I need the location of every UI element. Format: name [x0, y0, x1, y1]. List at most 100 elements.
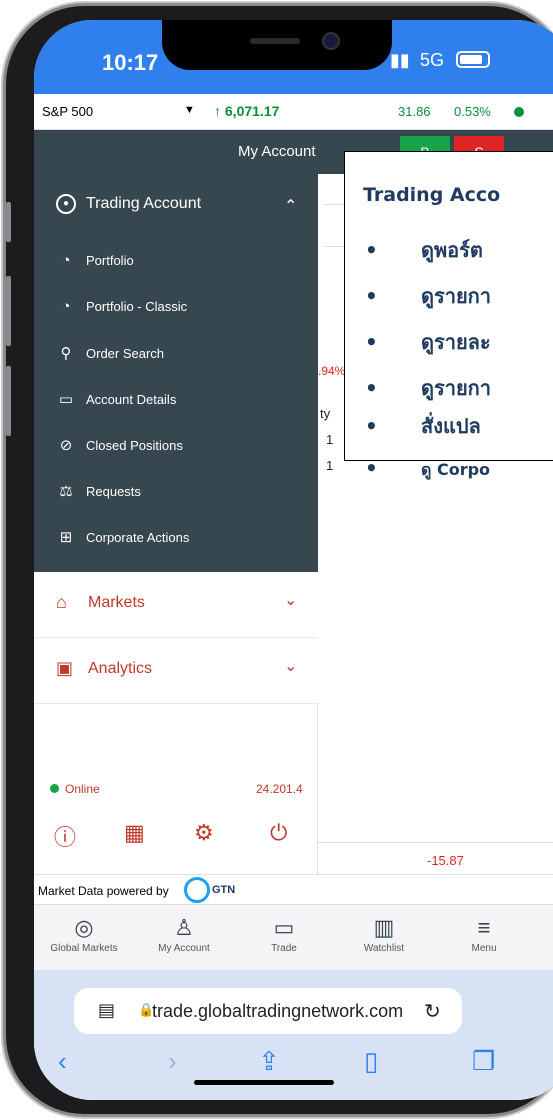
user-circle-icon: ●: [56, 194, 76, 214]
screenshot-stage: 10:17 ▮▮ 5G S&P 500 ▼ ↑ 6,071.17 31.86 0…: [0, 0, 553, 1120]
trading-account-toggle[interactable]: ● Trading Account: [56, 194, 201, 214]
url-text[interactable]: trade.globaltradingnetwork.com: [152, 1001, 403, 1022]
status-bar: 10:17 ▮▮ 5G: [34, 20, 553, 94]
analytics-label: Analytics: [88, 660, 153, 677]
menu-item-portfolio[interactable]: ◔ Portfolio: [56, 252, 133, 269]
callout-bullet-text: สั่งแปล: [421, 414, 481, 438]
nav-global-markets[interactable]: ◎ Global Markets: [34, 915, 134, 954]
nav-my-account[interactable]: ♙ My Account: [134, 915, 234, 954]
divider: [318, 842, 553, 843]
mute-switch: [6, 202, 11, 242]
closed-positions-icon: ⊘: [59, 437, 73, 454]
language-icon[interactable]: ▦: [124, 820, 145, 846]
network-label: 5G: [420, 50, 445, 70]
nav-trade[interactable]: ▭ Trade: [234, 915, 334, 954]
index-ticker[interactable]: S&P 500 ▼ ↑ 6,071.17 31.86 0.53%: [34, 94, 553, 130]
callout-bullet-text: ดูรายกา: [421, 376, 492, 400]
online-label: Online: [65, 782, 100, 796]
tabs-icon[interactable]: ❐: [472, 1046, 495, 1077]
callout-bullet-text: ดู Corpo: [421, 460, 491, 479]
chevron-up-icon[interactable]: ⌃: [284, 196, 297, 216]
bookmarks-icon[interactable]: ▯: [364, 1046, 378, 1077]
portfolio-icon: ◔: [61, 252, 71, 269]
side-menu: ● Trading Account ⌃ ◔ Portfolio ◔ Portfolio…: [34, 174, 318, 874]
cell-value: 1: [326, 458, 334, 473]
address-bar[interactable]: ▤ 🔒 trade.globaltradingnetwork.com ↻: [74, 988, 462, 1034]
cell-value: 1: [326, 432, 334, 447]
nav-label: Global Markets: [50, 943, 118, 954]
app-version: 24.201.4: [256, 782, 303, 796]
pnl-value: -15.87: [427, 853, 464, 868]
pct-fragment: .94%: [318, 364, 346, 378]
menu-section-markets[interactable]: ⌂ Markets ⌄: [34, 572, 318, 638]
markets-label: Markets: [88, 594, 145, 611]
chevron-down-icon[interactable]: ▼: [184, 104, 195, 116]
index-price: ↑ 6,071.17: [214, 103, 280, 119]
menu-item-corporate-actions[interactable]: ⊞ Corporate Actions: [56, 528, 190, 546]
menu-item-label: Account Details: [86, 392, 177, 407]
callout-bullet: • สั่งแปล: [365, 414, 481, 438]
globe-icon: ◎: [74, 915, 94, 940]
page-title: My Account: [238, 143, 316, 160]
annotation-callout: Trading Acco • ดูพอร์ต • ดูรายกา • ดูรายละ …: [344, 151, 553, 480]
menu-item-closed-positions[interactable]: ⊘ Closed Positions: [56, 436, 183, 454]
chevron-down-icon: ⌄: [284, 658, 298, 675]
callout-bullet: • ดูรายกา: [365, 376, 492, 400]
battery-icon: [456, 51, 490, 68]
index-symbol[interactable]: S&P 500: [42, 104, 93, 119]
chevron-down-icon: ⌄: [284, 592, 298, 609]
callout-bullet: • ดู Corpo: [365, 456, 491, 480]
signal-icon: ▮▮: [390, 50, 410, 70]
reload-icon[interactable]: ↻: [424, 999, 441, 1024]
menu-item-portfolio-classic[interactable]: ◔ Portfolio - Classic: [56, 298, 187, 315]
corporate-actions-icon: ⊞: [59, 529, 73, 546]
callout-bullet: • ดูพอร์ต: [365, 238, 483, 262]
volume-up-button: [6, 276, 11, 346]
portfolio-classic-icon: ◔: [61, 298, 71, 315]
menu-item-requests[interactable]: ⚖ Requests: [56, 482, 141, 500]
connection-status: Online: [50, 782, 100, 796]
speaker-grille: [250, 38, 300, 44]
nav-watchlist[interactable]: ▥ Watchlist: [334, 915, 434, 954]
account-details-icon: ▭: [58, 391, 74, 408]
camera-icon: [322, 32, 340, 50]
menu-item-account-details[interactable]: ▭ Account Details: [56, 390, 176, 408]
index-price-value: 6,071.17: [224, 103, 280, 119]
callout-title: Trading Acco: [363, 184, 501, 206]
menu-item-label: Portfolio - Classic: [86, 299, 188, 314]
menu-section-analytics[interactable]: ▣ Analytics ⌄: [34, 638, 318, 704]
menu-item-label: Closed Positions: [86, 438, 183, 453]
share-icon[interactable]: ⇪: [258, 1046, 280, 1077]
trading-account-label: Trading Account: [86, 195, 202, 213]
brand-name: GTN: [212, 884, 236, 896]
watchlist-icon: ▥: [373, 915, 395, 940]
nav-menu[interactable]: ≡ Menu: [434, 915, 534, 954]
status-time: 10:17: [102, 50, 159, 75]
callout-bullet: • ดูรายละ: [365, 330, 491, 354]
nav-label: Watchlist: [363, 943, 405, 954]
nav-label: My Account: [158, 943, 210, 954]
menu-item-order-search[interactable]: ⚲ Order Search: [56, 344, 165, 362]
market-status-dot: [514, 107, 524, 117]
menu-item-label: Corporate Actions: [86, 530, 190, 545]
hamburger-icon: ≡: [477, 915, 491, 940]
help-icon[interactable]: ⓘ: [54, 820, 76, 852]
back-icon[interactable]: ‹: [58, 1046, 67, 1077]
index-change-pct: 0.53%: [454, 104, 491, 119]
index-change: 31.86: [398, 104, 431, 119]
wallet-icon: ▭: [273, 915, 295, 940]
settings-icon[interactable]: ⚙: [194, 820, 214, 846]
power-icon[interactable]: ⏻: [270, 820, 287, 846]
volume-down-button: [6, 366, 11, 436]
trading-account-section: ● Trading Account ⌃ ◔ Portfolio ◔ Portfolio…: [34, 174, 318, 572]
analytics-icon: ▣: [56, 658, 74, 678]
search-icon: ⚲: [60, 345, 72, 362]
forward-icon: ›: [168, 1046, 177, 1076]
gtn-logo-icon: [184, 877, 210, 903]
callout-bullet-text: ดูพอร์ต: [421, 238, 483, 262]
callout-bullet-text: ดูรายละ: [421, 330, 491, 354]
requests-icon: ⚖: [59, 483, 73, 500]
menu-item-label: Order Search: [86, 346, 165, 361]
tab-icon[interactable]: ▤: [98, 1000, 115, 1021]
home-indicator: [194, 1080, 334, 1085]
